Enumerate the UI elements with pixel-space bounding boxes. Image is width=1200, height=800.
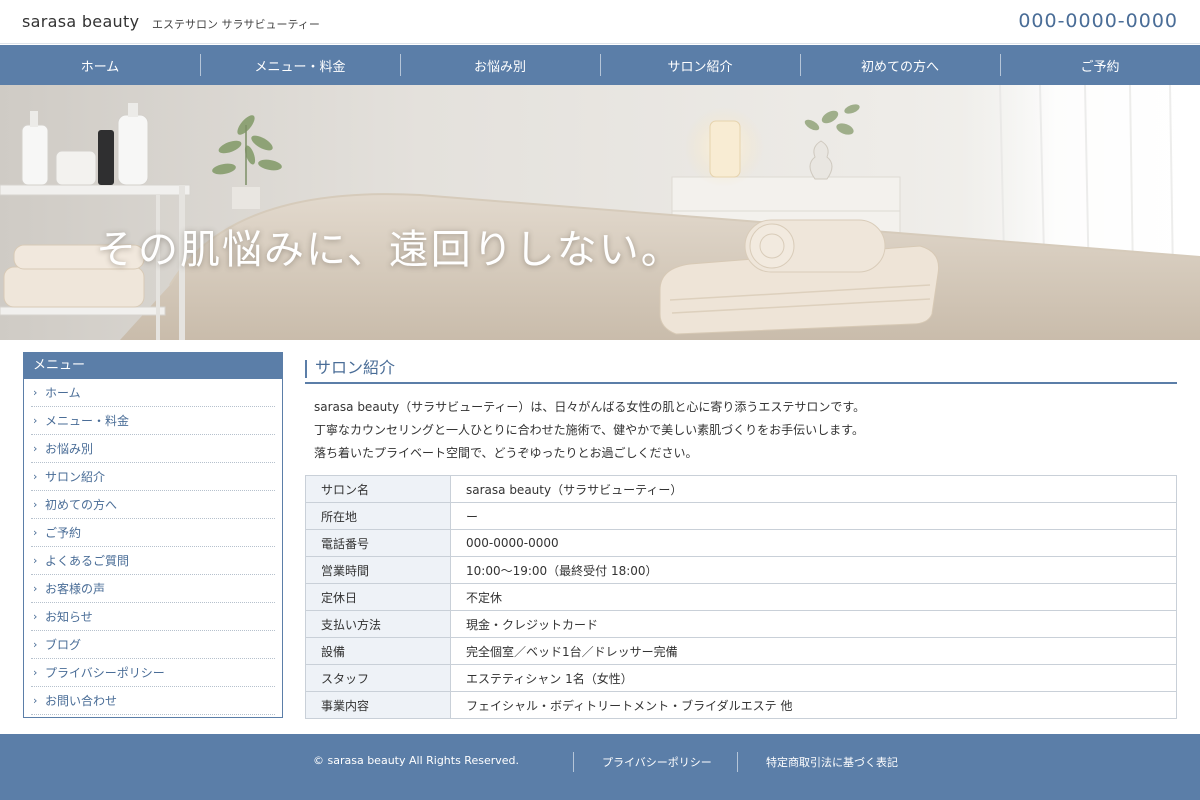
sidebar-item-label: ホーム: [45, 386, 81, 400]
row-label: サロン名: [305, 475, 451, 503]
row-value: フェイシャル・ボディトリートメント・ブライダルエステ 他: [450, 691, 1177, 719]
page-title: サロン紹介: [305, 354, 1177, 384]
intro-text: sarasa beauty（サラサビューティー）は、日々がんばる女性の肌と心に寄…: [314, 396, 1174, 465]
global-nav: ホーム メニュー・料金 お悩み別 サロン紹介 初めての方へ ご予約: [0, 45, 1200, 85]
chevron-right-icon: ›: [33, 554, 38, 567]
footer-link-commerce-law[interactable]: 特定商取引法に基づく表記: [766, 754, 898, 770]
table-row: スタッフ エステティシャン 1名（女性）: [305, 664, 1177, 692]
sidebar-item-privacy[interactable]: › プライバシーポリシー: [31, 659, 275, 687]
hero-banner: その肌悩みに、遠回りしない。: [0, 85, 1200, 340]
nav-item-menu-price[interactable]: メニュー・料金: [200, 45, 400, 85]
nav-item-concerns[interactable]: お悩み別: [400, 45, 600, 85]
salon-info-table: サロン名 sarasa beauty（サラサビューティー） 所在地ー 電話番号 00…: [305, 475, 1177, 719]
nav-item-first-time[interactable]: 初めての方へ: [800, 45, 1000, 85]
chevron-right-icon: ›: [33, 582, 38, 595]
chevron-right-icon: ›: [33, 498, 38, 511]
sidebar-item-label: サロン紹介: [45, 470, 106, 484]
nav-item-home[interactable]: ホーム: [0, 45, 200, 85]
row-label: 支払い方法: [305, 610, 451, 638]
sidebar-item-blog[interactable]: › ブログ: [31, 631, 275, 659]
site-footer: © sarasa beauty All Rights Reserved. プライ…: [0, 734, 1200, 800]
row-value: ー: [450, 502, 1177, 530]
sidebar-item-label: ご予約: [45, 526, 82, 540]
sidebar-item-label: ブログ: [45, 638, 82, 652]
sidebar-item-menu-price[interactable]: › メニュー・料金: [31, 407, 275, 435]
chevron-right-icon: ›: [33, 386, 38, 399]
row-value: sarasa beauty（サラサビューティー）: [450, 475, 1177, 503]
sidebar-item-home[interactable]: › ホーム: [31, 379, 275, 407]
row-value: 現金・クレジットカード: [450, 610, 1177, 638]
sidebar-menu: メニュー › ホーム › メニュー・料金 › お悩み別 › サロン紹介 › 初めての方へ …: [23, 352, 283, 718]
sidebar-title: メニュー: [24, 353, 282, 379]
row-value: 完全個室／ベッド1台／ドレッサー完備: [450, 637, 1177, 665]
intro-paragraph: 落ち着いたプライベート空間で、どうぞゆったりとお過ごしください。: [314, 446, 698, 460]
row-label: 営業時間: [305, 556, 451, 584]
sidebar-item-reservation[interactable]: › ご予約: [31, 519, 275, 547]
copyright-text: © sarasa beauty All Rights Reserved.: [313, 754, 520, 767]
chevron-right-icon: ›: [33, 666, 38, 679]
footer-divider: [737, 752, 738, 772]
sidebar-item-label: よくあるご質問: [45, 554, 130, 568]
sidebar-item-label: 初めての方へ: [45, 498, 118, 512]
table-row: 事業内容 フェイシャル・ボディトリートメント・ブライダルエステ 他: [305, 691, 1177, 719]
nav-item-reservation[interactable]: ご予約: [1000, 45, 1200, 85]
sidebar-item-label: お客様の声: [45, 582, 106, 596]
chevron-right-icon: ›: [33, 526, 38, 539]
sidebar-item-concerns[interactable]: › お悩み別: [31, 435, 275, 463]
hero-headline: その肌悩みに、遠回りしない。: [96, 227, 683, 273]
table-row: 電話番号 000-0000-0000: [305, 529, 1177, 557]
intro-paragraph: sarasa beauty（サラサビューティー）は、日々がんばる女性の肌と心に寄…: [314, 400, 866, 414]
row-value: 10:00〜19:00（最終受付 18:00）: [450, 556, 1177, 584]
table-row: 営業時間 10:00〜19:00（最終受付 18:00）: [305, 556, 1177, 584]
footer-divider: [573, 752, 574, 772]
row-label: 設備: [305, 637, 451, 665]
table-row: 定休日 不定休: [305, 583, 1177, 611]
chevron-right-icon: ›: [33, 638, 38, 651]
sidebar-item-label: メニュー・料金: [45, 414, 130, 428]
chevron-right-icon: ›: [33, 610, 38, 623]
sidebar-item-news[interactable]: › お知らせ: [31, 603, 275, 631]
header-phone-number[interactable]: 000-0000-0000: [1018, 10, 1178, 32]
sidebar-list: › ホーム › メニュー・料金 › お悩み別 › サロン紹介 › 初めての方へ › ご予約 …: [24, 379, 282, 715]
site-logo[interactable]: sarasa beauty: [22, 12, 139, 31]
sidebar-item-label: お知らせ: [45, 610, 93, 624]
row-value: 不定休: [450, 583, 1177, 611]
nav-item-salon[interactable]: サロン紹介: [600, 45, 800, 85]
sidebar-item-label: お問い合わせ: [45, 694, 118, 708]
footer-link-privacy[interactable]: プライバシーポリシー: [602, 754, 712, 770]
table-row: 支払い方法 現金・クレジットカード: [305, 610, 1177, 638]
row-value: エステティシャン 1名（女性）: [450, 664, 1177, 692]
row-label: 事業内容: [305, 691, 451, 719]
row-label: 所在地: [305, 502, 451, 530]
table-row: 所在地ー: [305, 502, 1177, 530]
hero-salon-photo: [0, 85, 1200, 340]
row-label: 定休日: [305, 583, 451, 611]
sidebar-item-label: お悩み別: [45, 442, 94, 456]
sidebar-item-contact[interactable]: › お問い合わせ: [31, 687, 275, 715]
table-row: 設備 完全個室／ベッド1台／ドレッサー完備: [305, 637, 1177, 665]
site-header: sarasa beauty エステサロン サラサビューティー 000-0000-…: [0, 0, 1200, 44]
chevron-right-icon: ›: [33, 414, 38, 427]
intro-paragraph: 丁寧なカウンセリングと一人ひとりに合わせた施術で、健やかで美しい素肌づくりをお手…: [314, 423, 864, 437]
chevron-right-icon: ›: [33, 442, 38, 455]
site-tagline: エステサロン サラサビューティー: [152, 18, 320, 31]
row-value: 000-0000-0000: [450, 529, 1177, 557]
table-row: サロン名 sarasa beauty（サラサビューティー）: [305, 475, 1177, 503]
row-label: スタッフ: [305, 664, 451, 692]
sidebar-item-first-time[interactable]: › 初めての方へ: [31, 491, 275, 519]
sidebar-item-reviews[interactable]: › お客様の声: [31, 575, 275, 603]
chevron-right-icon: ›: [33, 694, 38, 707]
chevron-right-icon: ›: [33, 470, 38, 483]
row-label: 電話番号: [305, 529, 451, 557]
sidebar-item-faq[interactable]: › よくあるご質問: [31, 547, 275, 575]
sidebar-item-salon[interactable]: › サロン紹介: [31, 463, 275, 491]
sidebar-item-label: プライバシーポリシー: [45, 666, 165, 680]
